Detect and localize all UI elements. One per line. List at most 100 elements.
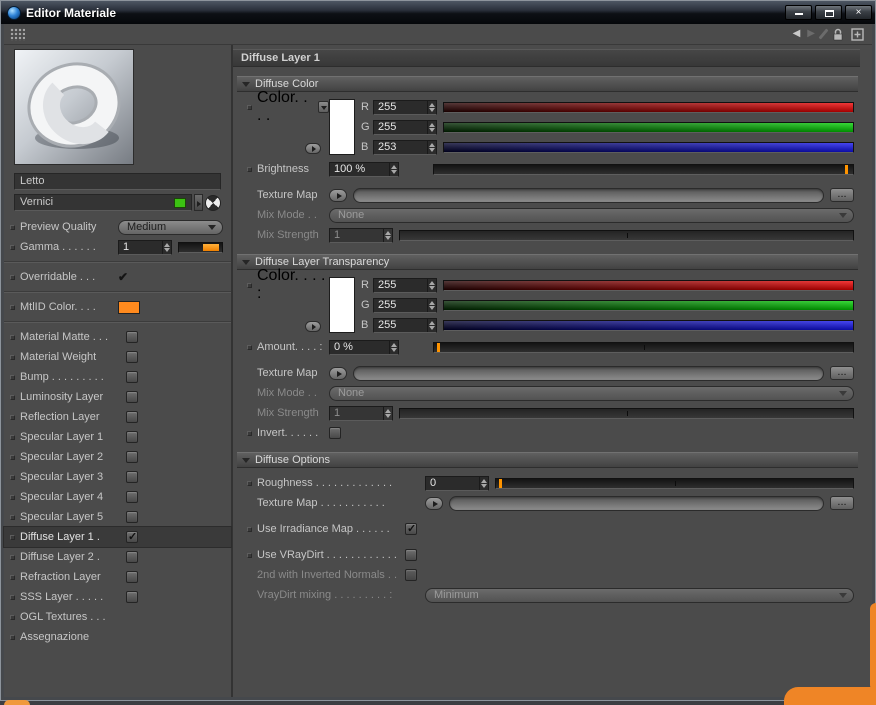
use-vraydirt-checkbox[interactable] bbox=[405, 549, 417, 561]
red-value-spinner[interactable]: 255 bbox=[373, 99, 437, 115]
color-menu-button[interactable] bbox=[318, 101, 329, 113]
texture-map-field[interactable] bbox=[353, 187, 824, 203]
sidebar-item-specular-layer-1[interactable]: Specular Layer 1 bbox=[4, 427, 231, 447]
amount-slider[interactable] bbox=[433, 341, 854, 353]
channel-checkbox[interactable] bbox=[126, 571, 138, 583]
channel-checkbox[interactable] bbox=[126, 431, 138, 443]
texture-map-field[interactable] bbox=[353, 365, 824, 381]
spinner-arrows[interactable] bbox=[162, 240, 171, 254]
channel-checkbox[interactable] bbox=[126, 511, 138, 523]
green-slider[interactable] bbox=[443, 299, 854, 311]
texture-link-button[interactable] bbox=[425, 496, 443, 510]
spinner-arrows[interactable] bbox=[383, 228, 392, 242]
spinner-arrows[interactable] bbox=[427, 100, 436, 114]
channel-checkbox[interactable] bbox=[126, 351, 138, 363]
channel-checkbox[interactable] bbox=[126, 391, 138, 403]
sidebar-item-assegnazione[interactable]: Assegnazione bbox=[4, 627, 231, 647]
red-slider[interactable] bbox=[443, 101, 854, 113]
spinner-arrows[interactable] bbox=[427, 140, 436, 154]
mix-strength-spinner[interactable]: 1 bbox=[329, 227, 393, 243]
minimize-button[interactable] bbox=[785, 5, 812, 20]
spinner-arrows[interactable] bbox=[383, 406, 392, 420]
sidebar-item-luminosity-layer[interactable]: Luminosity Layer bbox=[4, 387, 231, 407]
sidebar-item-diffuse-layer-2[interactable]: Diffuse Layer 2 . bbox=[4, 547, 231, 567]
green-value-spinner[interactable]: 255 bbox=[373, 297, 437, 313]
texture-map-field[interactable] bbox=[449, 495, 824, 511]
red-slider[interactable] bbox=[443, 279, 854, 291]
mtlid-color-swatch[interactable] bbox=[118, 300, 140, 314]
history-back-icon[interactable]: ◀ bbox=[793, 27, 801, 41]
close-button[interactable]: × bbox=[845, 5, 872, 20]
blue-slider[interactable] bbox=[443, 319, 854, 331]
gamma-spinner[interactable]: 1 bbox=[118, 239, 172, 255]
preview-quality-select[interactable]: Medium bbox=[118, 219, 223, 235]
history-forward-icon[interactable]: ▶ bbox=[807, 27, 815, 41]
spinner-arrows[interactable] bbox=[427, 278, 436, 292]
slider-handle[interactable] bbox=[499, 478, 502, 488]
spinner-arrows[interactable] bbox=[389, 340, 398, 354]
channel-checkbox[interactable] bbox=[126, 491, 138, 503]
sidebar-item-specular-layer-4[interactable]: Specular Layer 4 bbox=[4, 487, 231, 507]
red-value-spinner[interactable]: 255 bbox=[373, 277, 437, 293]
green-value-spinner[interactable]: 255 bbox=[373, 119, 437, 135]
texture-link-button[interactable] bbox=[329, 188, 347, 202]
material-slot-expand-button[interactable] bbox=[194, 194, 203, 211]
sidebar-item-reflection-layer[interactable]: Reflection Layer bbox=[4, 407, 231, 427]
vraydirt-mixing-select[interactable]: Minimum bbox=[425, 587, 854, 603]
material-slot-color-swatch[interactable] bbox=[174, 197, 186, 208]
browse-texture-button[interactable]: ... bbox=[830, 188, 854, 202]
sidebar-item-specular-layer-3[interactable]: Specular Layer 3 bbox=[4, 467, 231, 487]
sidebar-item-bump[interactable]: Bump . . . . . . . . . bbox=[4, 367, 231, 387]
color-texture-shortcut-button[interactable] bbox=[305, 143, 321, 154]
material-slot-field[interactable]: Vernici bbox=[14, 194, 192, 211]
transparency-color-swatch[interactable] bbox=[329, 277, 355, 333]
section-header-diffuse-color[interactable]: Diffuse Color bbox=[237, 76, 858, 92]
channel-checkbox[interactable] bbox=[126, 471, 138, 483]
gamma-slider[interactable] bbox=[178, 241, 223, 253]
sidebar-item-specular-layer-2[interactable]: Specular Layer 2 bbox=[4, 447, 231, 467]
use-irradiance-checkbox[interactable] bbox=[405, 523, 417, 535]
mix-strength-spinner[interactable]: 1 bbox=[329, 405, 393, 421]
invert-checkbox[interactable] bbox=[329, 427, 341, 439]
texture-link-button[interactable] bbox=[329, 366, 347, 380]
amount-spinner[interactable]: 0 % bbox=[329, 339, 399, 355]
mix-mode-select[interactable]: None bbox=[329, 385, 854, 401]
channel-checkbox[interactable] bbox=[126, 591, 138, 603]
slider-handle[interactable] bbox=[202, 243, 219, 251]
sidebar-item-specular-layer-5[interactable]: Specular Layer 5 bbox=[4, 507, 231, 527]
roughness-spinner[interactable]: 0 bbox=[425, 475, 489, 491]
lock-icon[interactable] bbox=[832, 28, 844, 41]
browse-texture-button[interactable]: ... bbox=[830, 496, 854, 510]
channel-checkbox[interactable] bbox=[126, 451, 138, 463]
blue-value-spinner[interactable]: 253 bbox=[373, 139, 437, 155]
sidebar-item-diffuse-layer-1[interactable]: Diffuse Layer 1 . bbox=[3, 526, 232, 548]
spinner-arrows[interactable] bbox=[427, 120, 436, 134]
channel-checkbox[interactable] bbox=[126, 551, 138, 563]
brightness-spinner[interactable]: 100 % bbox=[329, 161, 399, 177]
material-name-field[interactable]: Letto bbox=[14, 173, 221, 190]
channel-checkbox[interactable] bbox=[126, 371, 138, 383]
blue-slider[interactable] bbox=[443, 141, 854, 153]
section-header-diffuse-options[interactable]: Diffuse Options bbox=[237, 452, 858, 468]
channel-checkbox[interactable] bbox=[126, 531, 138, 543]
blue-value-spinner[interactable]: 255 bbox=[373, 317, 437, 333]
sidebar-item-material-matte[interactable]: Material Matte . . . bbox=[4, 327, 231, 347]
slider-handle[interactable] bbox=[437, 342, 440, 352]
spinner-arrows[interactable] bbox=[427, 298, 436, 312]
spinner-arrows[interactable] bbox=[389, 162, 398, 176]
roughness-slider[interactable] bbox=[495, 477, 854, 489]
titlebar[interactable]: Editor Materiale × bbox=[1, 1, 875, 24]
sidebar-item-refraction-layer[interactable]: Refraction Layer bbox=[4, 567, 231, 587]
color-texture-shortcut-button[interactable] bbox=[305, 321, 321, 332]
browse-texture-button[interactable]: ... bbox=[830, 366, 854, 380]
slider-handle[interactable] bbox=[845, 164, 848, 174]
sidebar-item-material-weight[interactable]: Material Weight bbox=[4, 347, 231, 367]
section-header-transparency[interactable]: Diffuse Layer Transparency bbox=[237, 254, 858, 270]
spinner-arrows[interactable] bbox=[427, 318, 436, 332]
drag-handle-icon[interactable] bbox=[10, 27, 25, 41]
channel-checkbox[interactable] bbox=[126, 411, 138, 423]
texture-ball-icon[interactable] bbox=[205, 194, 221, 211]
diffuse-color-swatch[interactable] bbox=[329, 99, 355, 155]
maximize-button[interactable] bbox=[815, 5, 842, 20]
mix-strength-slider[interactable] bbox=[399, 229, 854, 241]
